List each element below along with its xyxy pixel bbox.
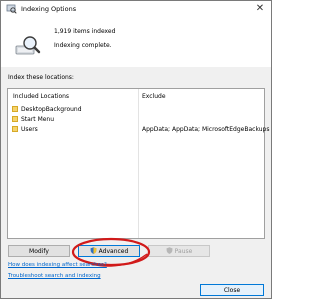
title-bar: Indexing Options ✕ [1,1,271,17]
advanced-button[interactable]: Advanced [78,245,140,257]
advanced-button-label: Advanced [98,248,129,255]
column-divider [138,89,139,238]
uac-shield-icon [90,247,97,254]
modify-button[interactable]: Modify [8,245,70,257]
exclude-header[interactable]: Exclude [142,93,166,100]
pause-button[interactable]: Pause [148,245,210,257]
location-name: Users [21,126,38,133]
close-window-button[interactable]: ✕ [253,2,267,16]
locations-section-label: Index these locations: [8,74,74,81]
indexing-status-message: Indexing complete. [54,42,112,49]
close-button[interactable]: Close [200,284,264,296]
window-title: Indexing Options [21,5,77,13]
locations-list[interactable]: Included Locations Exclude DesktopBackgr… [7,88,269,239]
indexing-options-window: Indexing Options ✕ 1,919 items indexed I… [0,0,272,299]
uac-shield-icon [166,247,173,254]
indexing-icon [6,4,17,14]
indexing-status-icon [15,36,41,55]
items-indexed-count: 1,919 items indexed [54,28,116,35]
folder-icon [12,126,18,132]
how-indexing-affects-link[interactable]: How does indexing affect searches? [8,262,107,268]
location-exclude: AppData; AppData; MicrosoftEdgeBackups [142,126,270,133]
troubleshoot-link[interactable]: Troubleshoot search and indexing [8,273,101,279]
pause-button-label: Pause [174,248,193,255]
folder-icon [12,106,18,112]
included-locations-header[interactable]: Included Locations [13,93,69,100]
folder-icon [12,116,18,122]
location-name: Start Menu [21,116,55,123]
location-name: DesktopBackground [21,106,82,113]
status-area: 1,919 items indexed Indexing complete. [1,17,271,67]
